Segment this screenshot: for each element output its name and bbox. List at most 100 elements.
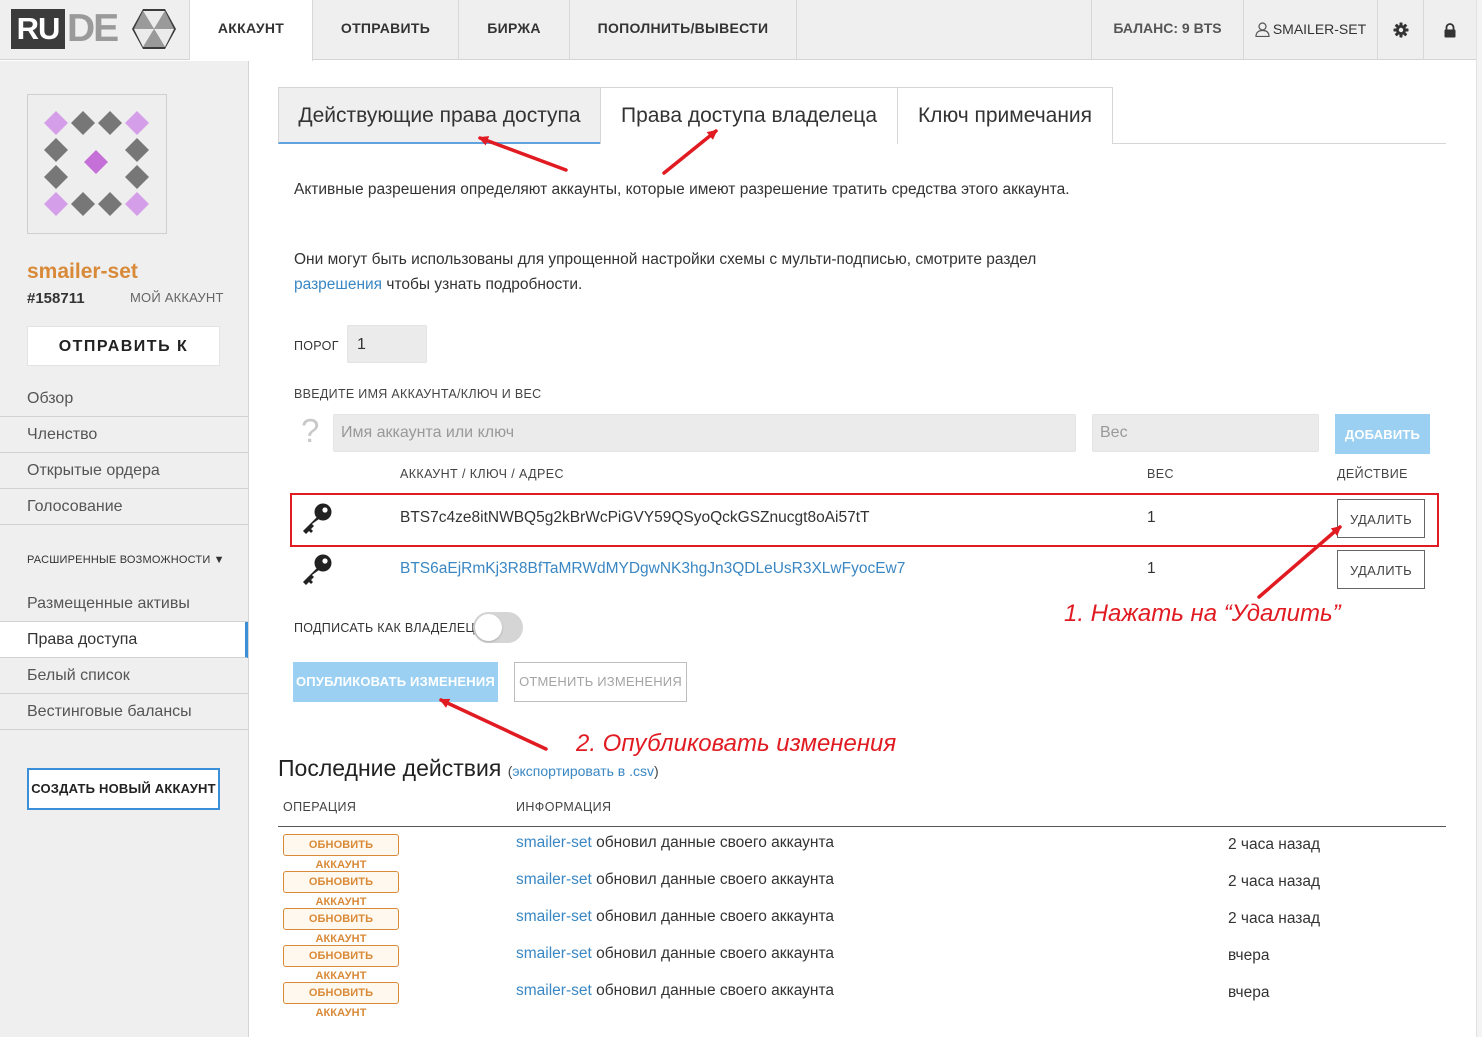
key-icon xyxy=(303,503,332,534)
operation-badge: ОБНОВИТЬ АККАУНТ xyxy=(283,945,399,982)
sidebar-item-permissions[interactable]: Права доступа xyxy=(0,622,248,658)
settings-button[interactable] xyxy=(1378,0,1424,60)
sidebar: smailer-set #158711 МОЙ АККАУНТ ОТПРАВИТ… xyxy=(0,61,249,1037)
sidebar-item-membership[interactable]: Членство xyxy=(0,417,248,453)
column-header-action: ДЕЙСТВИЕ xyxy=(1337,467,1408,481)
logo-ru: RU xyxy=(11,9,65,49)
add-button[interactable]: ДОБАВИТЬ xyxy=(1335,414,1430,454)
activity-user-link[interactable]: smailer-set xyxy=(516,908,592,925)
sidebar-item-whitelist[interactable]: Белый список xyxy=(0,658,248,694)
sidebar-menu: Обзор Членство Открытые ордера Голосован… xyxy=(0,381,248,525)
activity-text: обновил данные своего аккаунта xyxy=(591,945,834,962)
activity-time: вчера xyxy=(1228,947,1270,964)
column-header-key: АККАУНТ / КЛЮЧ / АДРЕС xyxy=(400,467,564,481)
multisig-description: Они могут быть использованы для упрощенн… xyxy=(294,247,1084,297)
activity-user-link[interactable]: smailer-set xyxy=(516,945,592,962)
nav-account[interactable]: АККАУНТ xyxy=(190,0,313,61)
annotation-step2: 2. Опубликовать изменения xyxy=(576,730,897,757)
column-header-weight: ВЕС xyxy=(1147,467,1174,481)
lock-icon xyxy=(1444,22,1456,37)
divider xyxy=(278,826,1446,827)
create-account-button[interactable]: СОЗДАТЬ НОВЫЙ АККАУНТ xyxy=(27,768,220,810)
operation-badge: ОБНОВИТЬ АККАУНТ xyxy=(283,982,399,1019)
activity-text: обновил данные своего аккаунта xyxy=(591,834,834,851)
activity-user-link[interactable]: smailer-set xyxy=(516,834,592,851)
activity-text: обновил данные своего аккаунта xyxy=(591,871,834,888)
activity-text: обновил данные своего аккаунта xyxy=(591,982,834,999)
account-name: smailer-set xyxy=(27,260,138,283)
activity-time: 2 часа назад xyxy=(1228,910,1321,927)
export-csv: (экспортировать в .csv) xyxy=(508,763,659,779)
recent-activity-title: Последние действия (экспортировать в .cs… xyxy=(278,755,659,782)
activity-info: smailer-set обновил данные своего аккаун… xyxy=(516,834,834,852)
user-icon xyxy=(1255,22,1270,38)
logo-hexagon-icon xyxy=(132,9,176,49)
arrow-to-publish-button xyxy=(439,698,548,751)
permissions-link[interactable]: разрешения xyxy=(294,276,382,293)
lock-button[interactable] xyxy=(1424,0,1476,60)
delete-button-2[interactable]: УДАЛИТЬ xyxy=(1337,550,1425,589)
activity-info: smailer-set обновил данные своего аккаун… xyxy=(516,945,834,963)
column-header-operation: ОПЕРАЦИЯ xyxy=(283,800,357,814)
export-csv-link[interactable]: экспортировать в .csv xyxy=(512,763,654,779)
key-icon xyxy=(303,554,332,585)
toggle-knob xyxy=(475,614,502,641)
sidebar-item-open-orders[interactable]: Открытые ордера xyxy=(0,453,248,489)
account-key-input[interactable]: Имя аккаунта или ключ xyxy=(333,414,1076,452)
threshold-label: ПОРОГ xyxy=(294,339,339,353)
operation-badge: ОБНОВИТЬ АККАУНТ xyxy=(283,908,399,945)
cancel-changes-button[interactable]: ОТМЕНИТЬ ИЗМЕНЕНИЯ xyxy=(514,662,687,702)
tab-active-permissions[interactable]: Действующие права доступа xyxy=(278,87,601,144)
user-name: SMAILER-SET xyxy=(1272,21,1367,37)
activity-text: обновил данные своего аккаунта xyxy=(591,908,834,925)
activity-info: smailer-set обновил данные своего аккаун… xyxy=(516,871,834,889)
sign-as-owner-toggle[interactable] xyxy=(473,612,523,643)
weight-input[interactable]: Вес xyxy=(1092,414,1319,452)
activity-user-link[interactable]: smailer-set xyxy=(516,982,592,999)
multisig-text-before: Они могут быть использованы для упрощенн… xyxy=(294,251,1037,268)
threshold-input[interactable]: 1 xyxy=(347,325,427,363)
send-to-button[interactable]: ОТПРАВИТЬ К xyxy=(27,326,220,366)
nav-send[interactable]: ОТПРАВИТЬ xyxy=(313,0,459,60)
key-weight-1: 1 xyxy=(1147,509,1156,526)
activity-info: smailer-set обновил данные своего аккаун… xyxy=(516,982,834,1000)
tab-owner-permissions[interactable]: Права доступа владелеца xyxy=(600,87,898,144)
nav-exchange[interactable]: БИРЖА xyxy=(459,0,570,60)
top-bar: RU DE АККАУНТ ОТПРАВИТЬ БИРЖА ПОПОЛНИТЬ/… xyxy=(0,0,1476,61)
key-text-2[interactable]: BTS6aEjRmKj3R8BfTaMRWdMYDgwNK3hgJn3QDLeU… xyxy=(400,560,905,578)
user-menu[interactable]: SMAILER-SET xyxy=(1244,0,1378,60)
export-paren-close: ) xyxy=(654,763,659,779)
activity-time: вчера xyxy=(1228,984,1270,1001)
column-header-info: ИНФОРМАЦИЯ xyxy=(516,800,612,814)
recent-title-text: Последние действия xyxy=(278,755,502,781)
identicon xyxy=(44,111,149,216)
sidebar-item-voting[interactable]: Голосование xyxy=(0,489,248,525)
multisig-text-after: чтобы узнать подробности. xyxy=(382,276,583,293)
gear-icon xyxy=(1393,22,1408,38)
logo-de: DE xyxy=(67,7,119,50)
sidebar-item-assets[interactable]: Размещенные активы xyxy=(0,586,248,622)
active-permissions-description: Активные разрешения определяют аккаунты,… xyxy=(294,181,1070,198)
sidebar-item-vesting[interactable]: Вестинговые балансы xyxy=(0,694,248,730)
advanced-features-toggle[interactable]: РАСШИРЕННЫЕ ВОЗМОЖНОСТИ ▼ xyxy=(27,554,225,566)
tab-memo-key[interactable]: Ключ примечания xyxy=(897,87,1113,144)
operation-badge: ОБНОВИТЬ АККАУНТ xyxy=(283,834,399,871)
scrollbar[interactable] xyxy=(1476,0,1482,1037)
enter-key-label: ВВЕДИТЕ ИМЯ АККАУНТА/КЛЮЧ И ВЕС xyxy=(294,387,542,401)
activity-user-link[interactable]: smailer-set xyxy=(516,871,592,888)
publish-changes-button[interactable]: ОПУБЛИКОВАТЬ ИЗМЕНЕНИЯ xyxy=(293,662,498,702)
annotation-step1: 1. Нажать на “Удалить” xyxy=(1064,600,1341,627)
balance[interactable]: БАЛАНС: 9 BTS xyxy=(1091,0,1244,60)
my-account-label: МОЙ АККАУНТ xyxy=(130,290,224,305)
sidebar-item-overview[interactable]: Обзор xyxy=(0,381,248,417)
logo[interactable]: RU DE xyxy=(0,0,190,60)
delete-button-1[interactable]: УДАЛИТЬ xyxy=(1337,499,1425,538)
key-weight-2: 1 xyxy=(1147,560,1156,577)
activity-time: 2 часа назад xyxy=(1228,873,1321,890)
sidebar-advanced-menu: Размещенные активы Права доступа Белый с… xyxy=(0,586,248,730)
nav-deposit-withdraw[interactable]: ПОПОЛНИТЬ/ВЫВЕСТИ xyxy=(570,0,797,60)
key-text-1: BTS7c4ze8itNWBQ5g2kBrWcPiGVY59QSyoQckGSZ… xyxy=(400,509,870,526)
permission-tabs: Действующие права доступа Права доступа … xyxy=(278,87,1446,144)
question-mark-icon: ? xyxy=(301,412,320,449)
account-id: #158711 xyxy=(27,290,85,307)
